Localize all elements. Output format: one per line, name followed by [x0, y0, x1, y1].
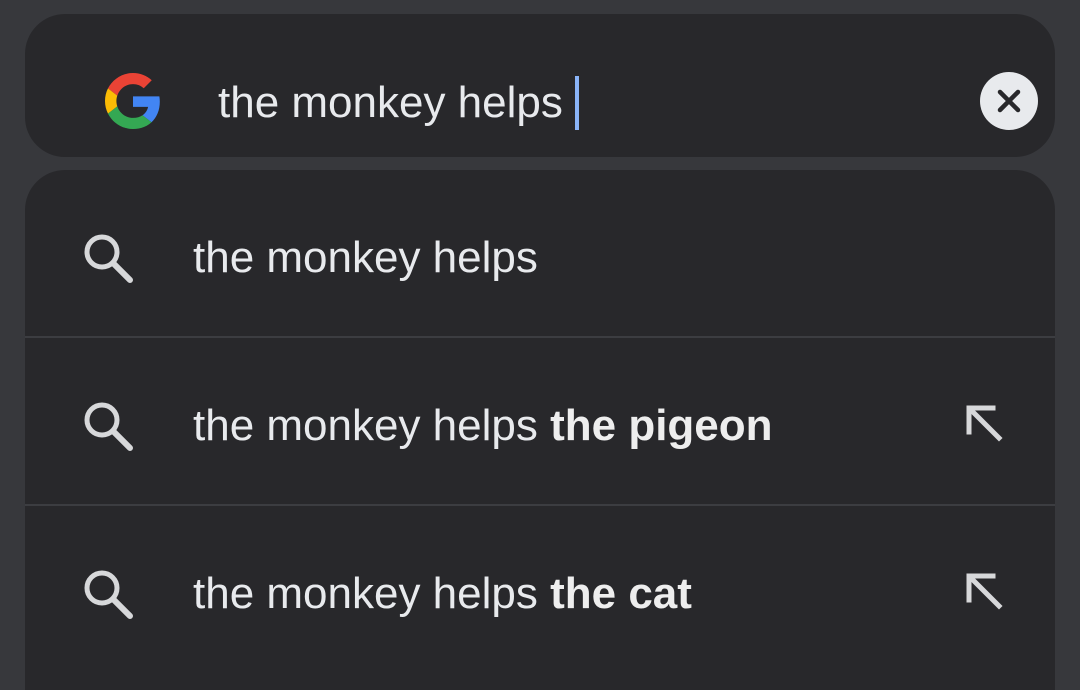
google-g-icon: [105, 73, 160, 129]
suggestion-prefix: the monkey helps: [193, 233, 538, 282]
suggestion-completion: the pigeon: [550, 401, 773, 450]
text-caret: [574, 76, 579, 130]
search-input[interactable]: the monkey helps: [218, 76, 579, 130]
suggestion-text: the monkey helps the pigeon: [193, 400, 773, 452]
arrow-up-left-icon[interactable]: [963, 570, 1007, 614]
search-query-text: the monkey helps: [218, 78, 563, 127]
search-icon: [84, 234, 133, 283]
suggestion-completion: the cat: [550, 569, 692, 618]
suggestion-item[interactable]: the monkey helps: [25, 170, 1055, 336]
suggestion-text: the monkey helps: [193, 232, 538, 284]
suggestion-item[interactable]: the monkey helps the pigeon: [25, 338, 1055, 504]
suggestion-text: the monkey helps the cat: [193, 568, 692, 620]
suggestion-prefix: the monkey helps: [193, 569, 551, 618]
suggestion-prefix: the monkey helps: [193, 401, 551, 450]
suggestion-item[interactable]: the monkey helps the cat: [25, 506, 1055, 672]
search-screen: { "search": { "query": "the monkey helps…: [0, 0, 1080, 690]
arrow-up-left-icon[interactable]: [963, 402, 1007, 446]
search-icon: [84, 402, 133, 451]
suggestion-list: the monkey helps the monkey helps the pi…: [25, 170, 1055, 690]
search-bar[interactable]: the monkey helps: [25, 14, 1055, 157]
close-icon: [997, 89, 1021, 113]
clear-button[interactable]: [980, 72, 1038, 130]
search-icon: [84, 570, 133, 619]
